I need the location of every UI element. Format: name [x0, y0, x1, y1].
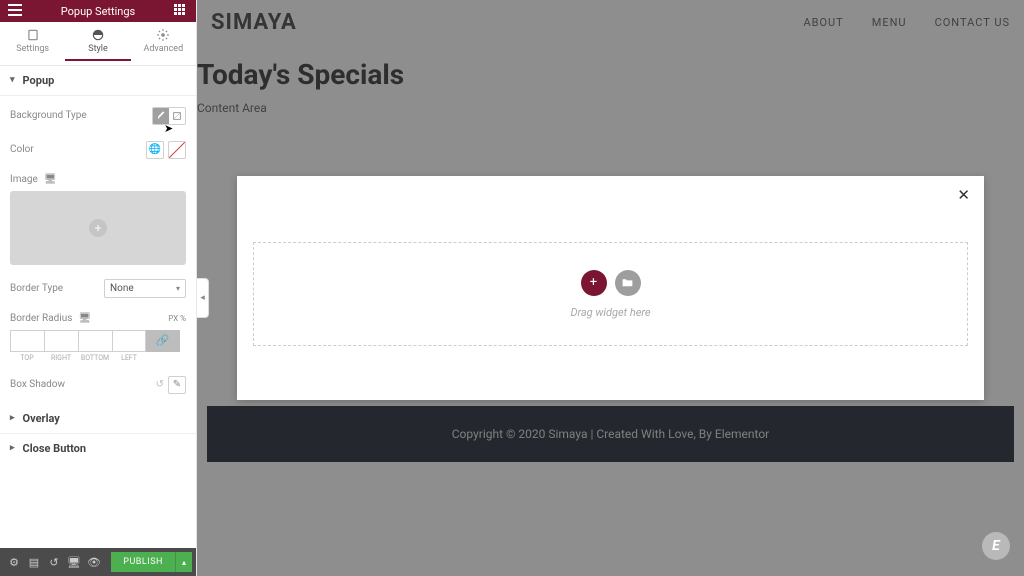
border-radius-inputs: 🔗	[10, 330, 186, 352]
edit-shadow-button[interactable]: ✎	[168, 376, 186, 394]
gradient-icon	[172, 111, 182, 121]
side-label: BOTTOM	[78, 354, 112, 362]
responsive-icon[interactable]: 🖥	[78, 313, 91, 324]
add-image-icon: +	[89, 219, 107, 237]
control-label: Border Type	[10, 283, 104, 294]
brush-icon	[156, 111, 166, 121]
control-box-shadow: Box Shadow ↺ ✎	[10, 376, 186, 394]
preview-canvas: SIMAYA ABOUT MENU CONTACT US Today's Spe…	[197, 0, 1024, 576]
sidebar-header: Popup Settings	[0, 0, 196, 22]
caret-right-icon: ▸	[10, 443, 15, 453]
unit-switch[interactable]: PX %	[168, 314, 186, 323]
link-icon: 🔗	[156, 334, 170, 347]
control-label: Box Shadow	[10, 379, 65, 390]
popup-close-button[interactable]: ✕	[957, 186, 970, 204]
image-upload-area[interactable]: +	[10, 191, 186, 265]
border-type-select[interactable]: None ▾	[104, 279, 186, 298]
caret-right-icon: ▸	[10, 413, 15, 423]
radius-left-input[interactable]	[112, 330, 146, 352]
apps-grid-icon[interactable]	[174, 4, 188, 18]
folder-icon	[621, 276, 634, 289]
add-widget-button[interactable]: +	[581, 270, 607, 296]
tab-style[interactable]: Style	[65, 22, 130, 65]
popup-preview: ✕ + Drag widget here	[237, 176, 984, 400]
plus-icon: +	[590, 275, 597, 290]
dropzone-hint: Drag widget here	[570, 306, 650, 319]
control-label: Image	[10, 174, 38, 185]
section-title: Popup	[23, 74, 55, 87]
section-popup[interactable]: ▾ Popup	[0, 66, 196, 96]
hamburger-icon[interactable]	[8, 4, 22, 16]
tab-label: Style	[88, 44, 108, 56]
globe-icon: 🌐	[149, 144, 161, 155]
tab-label: Settings	[16, 44, 49, 56]
chevron-down-icon: ▾	[176, 284, 180, 293]
footer-navigator-icon[interactable]: ▤	[24, 552, 44, 572]
control-label: Background Type	[10, 110, 152, 121]
control-label: Color	[10, 144, 146, 155]
collapse-panel-handle[interactable]: ◂	[197, 278, 209, 318]
footer-settings-icon[interactable]: ⚙	[4, 552, 24, 572]
section-close-button[interactable]: ▸ Close Button	[0, 434, 196, 463]
background-type-toggle	[152, 107, 186, 125]
side-label: RIGHT	[44, 354, 78, 362]
tab-settings[interactable]: Settings	[0, 22, 65, 65]
global-color-button[interactable]: 🌐	[146, 141, 164, 159]
responsive-icon[interactable]: 🖥	[44, 174, 57, 185]
caret-down-icon: ▾	[10, 75, 15, 85]
radius-right-input[interactable]	[44, 330, 78, 352]
sidebar-footer: ⚙ ▤ ↺ 🖥 👁 PUBLISH ▴	[0, 548, 196, 576]
tab-label: Advanced	[143, 44, 183, 56]
sidebar-title: Popup Settings	[61, 5, 135, 18]
link-values-button[interactable]: 🔗	[146, 330, 180, 352]
side-label: TOP	[10, 354, 44, 362]
style-tab-icon	[91, 28, 105, 42]
side-label: LEFT	[112, 354, 146, 362]
panel-tabs: Settings Style Advanced	[0, 22, 196, 66]
widget-dropzone[interactable]: + Drag widget here	[253, 242, 968, 346]
control-border-type: Border Type None ▾	[10, 279, 186, 299]
section-title: Close Button	[23, 442, 87, 455]
publish-button[interactable]: PUBLISH	[111, 552, 175, 572]
footer-history-icon[interactable]: ↺	[44, 552, 64, 572]
elementor-fab[interactable]: E	[982, 532, 1010, 560]
section-title: Overlay	[23, 412, 60, 425]
select-value: None	[110, 283, 134, 294]
elementor-icon: E	[992, 538, 1000, 554]
radius-top-input[interactable]	[10, 330, 44, 352]
reset-icon[interactable]: ↺	[156, 379, 164, 390]
control-background-type: Background Type	[10, 106, 186, 126]
popup-controls: Background Type Color 🌐	[0, 96, 196, 404]
control-border-radius-label: Border Radius 🖥 PX %	[10, 313, 186, 324]
pencil-icon: ✎	[173, 379, 181, 390]
radius-bottom-input[interactable]	[78, 330, 112, 352]
footer-preview-icon[interactable]: 👁	[84, 552, 104, 572]
section-overlay[interactable]: ▸ Overlay	[0, 404, 196, 434]
bg-classic-option[interactable]	[153, 108, 169, 124]
chevron-left-icon: ◂	[200, 293, 205, 303]
bg-gradient-option[interactable]	[169, 108, 185, 124]
control-image-label: Image 🖥	[10, 174, 186, 185]
control-label: Border Radius	[10, 313, 72, 324]
publish-options-button[interactable]: ▴	[175, 552, 192, 572]
color-picker-swatch[interactable]	[168, 141, 186, 159]
settings-tab-icon	[26, 28, 40, 42]
tab-advanced[interactable]: Advanced	[131, 22, 196, 65]
radius-side-labels: TOP RIGHT BOTTOM LEFT	[10, 354, 186, 362]
advanced-tab-icon	[156, 28, 170, 42]
control-color: Color 🌐	[10, 140, 186, 160]
editor-sidebar: Popup Settings Settings Style Advanced ▾…	[0, 0, 197, 576]
footer-responsive-icon[interactable]: 🖥	[64, 552, 84, 572]
template-library-button[interactable]	[615, 270, 641, 296]
panel-body: ▾ Popup Background Type	[0, 66, 196, 548]
